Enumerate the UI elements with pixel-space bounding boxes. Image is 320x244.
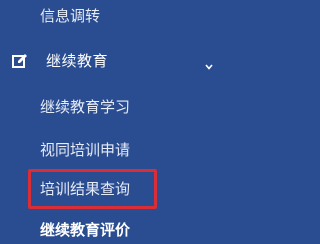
sidebar-menu: 信息调转 继续教育 继续教育学习 视同培训申请 培训结果查询 继续教育评价: [0, 0, 233, 240]
sidebar-item-label: 信息调转: [40, 7, 101, 25]
chevron-down-icon: [205, 56, 213, 70]
sidebar-section-label: 继续教育: [46, 52, 109, 70]
sidebar-item-training-result-query[interactable]: 培训结果查询: [0, 175, 233, 203]
sidebar-item-equivalent-training-application[interactable]: 视同培训申请: [0, 136, 233, 164]
sidebar-item-info-transfer[interactable]: 信息调转: [0, 2, 233, 30]
sidebar-item-continuing-education-study[interactable]: 继续教育学习: [0, 93, 233, 121]
sidebar-item-label: 视同培训申请: [40, 141, 131, 159]
sidebar-item-label: 培训结果查询: [40, 180, 131, 198]
sidebar-item-label: 继续教育学习: [40, 98, 131, 116]
edit-icon: [12, 53, 28, 69]
sidebar-section-continuing-education[interactable]: 继续教育: [0, 47, 233, 75]
sidebar-item-label: 继续教育评价: [40, 221, 131, 239]
